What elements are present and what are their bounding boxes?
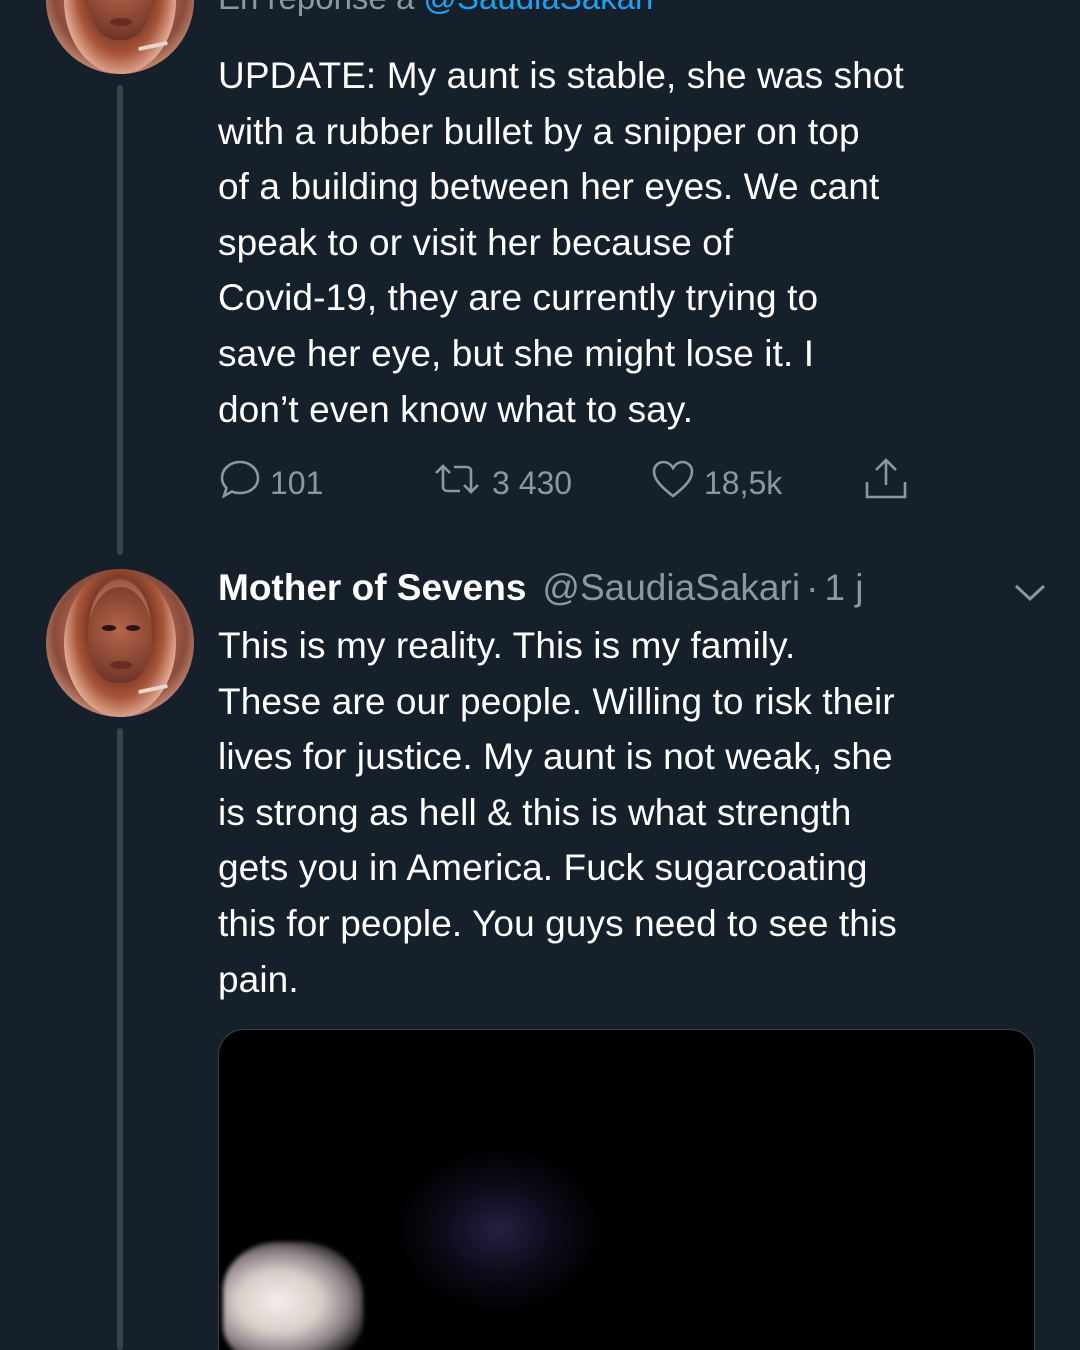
share-icon bbox=[862, 455, 910, 511]
tweet-text: This is my reality. This is my family. T… bbox=[218, 625, 897, 1000]
tweet-menu-button[interactable] bbox=[1012, 577, 1048, 607]
retweet-button[interactable]: 3 430 bbox=[430, 458, 572, 508]
thread-connector-line bbox=[117, 728, 123, 1350]
reply-context: En réponse à @SaudiaSakari bbox=[218, 0, 653, 18]
timestamp[interactable]: 1 j bbox=[824, 567, 863, 609]
chevron-down-icon bbox=[1012, 584, 1048, 611]
reply-mention-link[interactable]: @SaudiaSakari bbox=[423, 0, 653, 16]
like-button[interactable]: 18,5k bbox=[650, 458, 782, 508]
tweet-media-video[interactable] bbox=[218, 1029, 1035, 1350]
tweet-text: UPDATE: My aunt is stable, she was shot … bbox=[218, 55, 904, 430]
reply-count: 101 bbox=[270, 464, 324, 501]
video-frame-glow bbox=[399, 1150, 599, 1310]
comment-icon bbox=[218, 457, 262, 509]
user-handle[interactable]: @SaudiaSakari bbox=[542, 567, 800, 609]
avatar[interactable] bbox=[46, 569, 194, 717]
tweet-header: Mother of Sevens @SaudiaSakari · 1 j bbox=[218, 562, 1048, 614]
thread-connector-line bbox=[117, 85, 123, 555]
video-frame-highlight bbox=[223, 1242, 363, 1350]
retweet-count: 3 430 bbox=[492, 464, 573, 501]
display-name[interactable]: Mother of Sevens bbox=[218, 567, 526, 609]
reply-prefix: En réponse à bbox=[218, 0, 423, 16]
heart-icon bbox=[650, 457, 696, 509]
retweet-icon bbox=[430, 457, 484, 509]
tweet-actions: 101 3 430 18,5k bbox=[218, 458, 918, 508]
avatar[interactable] bbox=[46, 0, 194, 74]
reply-button[interactable]: 101 bbox=[218, 458, 323, 508]
separator-dot: · bbox=[806, 567, 819, 608]
tweet-thread: En réponse à @SaudiaSakari UPDATE: My au… bbox=[0, 0, 1080, 1350]
share-button[interactable] bbox=[862, 458, 910, 508]
like-count: 18,5k bbox=[704, 464, 783, 501]
